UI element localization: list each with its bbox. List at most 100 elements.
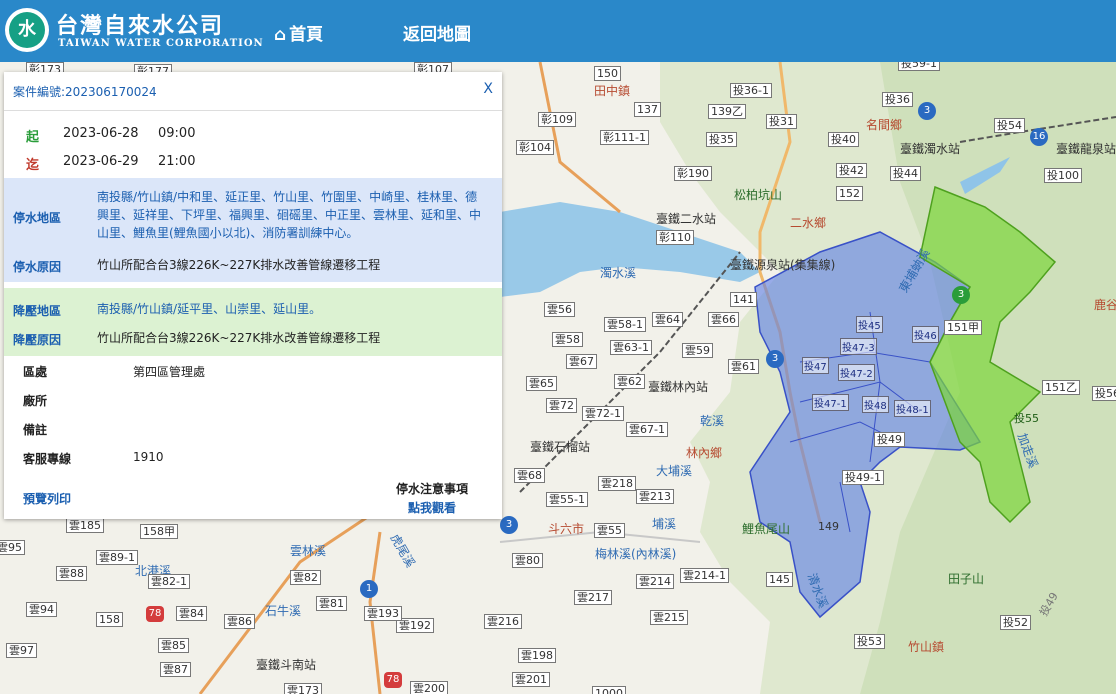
outage-route-label: 投46 bbox=[912, 326, 939, 343]
route-label: 152 bbox=[836, 186, 863, 201]
case-header: 案件編號:202306170024 X bbox=[4, 72, 502, 111]
outage-route-label: 投45 bbox=[856, 316, 883, 333]
home-icon: ⌂ bbox=[274, 25, 287, 45]
route-label: 雲55-1 bbox=[546, 492, 588, 507]
route-label: 150 bbox=[594, 66, 621, 81]
start-date: 2023-06-28 bbox=[63, 126, 139, 141]
highway-shield-icon: 3 bbox=[766, 350, 784, 368]
outage-area-label: 停水地區 bbox=[13, 211, 62, 225]
notice-view-link[interactable]: 點我觀看 bbox=[408, 499, 456, 516]
route-label: 雲67 bbox=[566, 354, 597, 369]
route-label: 投36 bbox=[882, 92, 913, 107]
route-label: 投55 bbox=[1014, 412, 1039, 425]
outage-area-value: 南投縣/竹山鎮/中和里、延正里、竹山里、竹圍里、中崎里、桂林里、德興里、延祥里、… bbox=[97, 190, 482, 240]
district-row: 區處 第四區管理處 bbox=[4, 359, 502, 383]
route-label: 投59-1 bbox=[898, 62, 940, 71]
highway-shield-icon: 1 bbox=[360, 580, 378, 598]
town-label: 林內鄉 bbox=[686, 446, 723, 460]
route-label: 雲59 bbox=[682, 343, 713, 358]
station-label: 臺鐵石榴站 bbox=[530, 440, 591, 454]
notice-title: 停水注意事項 bbox=[396, 482, 469, 496]
station-label: 臺鐵濁水站 bbox=[900, 142, 961, 156]
water-drop-icon: 水 bbox=[9, 12, 45, 48]
lowpress-reason-label: 降壓原因 bbox=[13, 333, 62, 347]
route-label: 雲198 bbox=[518, 648, 556, 663]
route-label: 投31 bbox=[766, 114, 797, 129]
route-label: 雲84 bbox=[176, 606, 207, 621]
river-label: 大埔溪 bbox=[656, 464, 693, 478]
route-label: 137 bbox=[634, 102, 661, 117]
route-label: 149 bbox=[818, 520, 839, 533]
nav-back-to-map-link[interactable]: 返回地圖 bbox=[403, 20, 471, 45]
route-label: 雲63-1 bbox=[610, 340, 652, 355]
route-label: 雲95 bbox=[0, 540, 25, 555]
river-label: 濁水溪 bbox=[600, 266, 637, 280]
route-label: 彰109 bbox=[538, 112, 576, 127]
station-label: 臺鐵林內站 bbox=[648, 380, 709, 394]
twc-logo: 水 bbox=[5, 8, 49, 52]
station-label: 臺鐵二水站 bbox=[656, 212, 717, 226]
route-label: 雲56 bbox=[544, 302, 575, 317]
district-label: 區處 bbox=[23, 365, 48, 379]
peak-label: 田子山 bbox=[948, 572, 985, 586]
station-label: 臺鐵源泉站(集集線) bbox=[730, 258, 836, 272]
route-label: 雲68 bbox=[514, 468, 545, 483]
note-label: 備註 bbox=[23, 423, 48, 437]
route-label: 158甲 bbox=[140, 524, 178, 539]
route-label: 雲87 bbox=[160, 662, 191, 677]
river-label: 石牛溪 bbox=[265, 604, 302, 618]
route-label: 投42 bbox=[836, 163, 867, 178]
route-label: 158 bbox=[96, 612, 123, 627]
close-panel-button[interactable]: X bbox=[483, 81, 493, 97]
end-row: 迄 2023-06-29 21:00 bbox=[4, 149, 502, 175]
route-label: 投54 bbox=[994, 118, 1025, 133]
river-label: 梅林溪(內林溪) bbox=[595, 547, 677, 561]
nav-home-link[interactable]: ⌂ 首頁 bbox=[274, 20, 323, 45]
route-label: 雲55 bbox=[594, 523, 625, 538]
plant-label: 廠所 bbox=[23, 394, 48, 408]
district-value: 第四區管理處 bbox=[133, 365, 206, 379]
route-label: 雲216 bbox=[484, 614, 522, 629]
route-label: 雲88 bbox=[56, 566, 87, 581]
route-label: 雲80 bbox=[512, 553, 543, 568]
route-label: 投36-1 bbox=[730, 83, 772, 98]
route-label: 雲72 bbox=[546, 398, 577, 413]
station-label: 臺鐵龍泉站 bbox=[1056, 142, 1116, 156]
route-label: 雲214-1 bbox=[680, 568, 729, 583]
app-header: 水 台灣自來水公司 TAIWAN WATER CORPORATION ⌂ 首頁 返… bbox=[0, 0, 1116, 62]
town-label: 竹山鎮 bbox=[908, 640, 945, 654]
outage-route-label: 投47-3 bbox=[840, 338, 877, 355]
route-label: 145 bbox=[766, 572, 793, 587]
route-label: 151甲 bbox=[944, 320, 982, 335]
town-label: 名間鄉 bbox=[866, 118, 903, 132]
route-label: 投56 bbox=[1092, 386, 1116, 401]
station-label: 臺鐵斗南站 bbox=[256, 658, 317, 672]
hotline-label: 客服專線 bbox=[23, 452, 72, 466]
route-label: 雲82 bbox=[290, 570, 321, 585]
route-label: 雲213 bbox=[636, 489, 674, 504]
route-label: 雲89-1 bbox=[96, 550, 138, 565]
town-label: 二水鄉 bbox=[790, 216, 827, 230]
route-label: 雲67-1 bbox=[626, 422, 668, 437]
route-label: 投40 bbox=[828, 132, 859, 147]
outage-route-label: 投48 bbox=[862, 396, 889, 413]
route-label: 雲58 bbox=[552, 332, 583, 347]
print-preview-link[interactable]: 預覽列印 bbox=[23, 490, 71, 507]
highway-shield-icon: 78 bbox=[146, 606, 164, 622]
peak-label: 鯉魚尾山 bbox=[742, 522, 791, 536]
route-label: 雲65 bbox=[526, 376, 557, 391]
end-key: 迄 bbox=[26, 158, 40, 173]
route-label: 雲215 bbox=[650, 610, 688, 625]
route-label: 雲62 bbox=[614, 374, 645, 389]
hotline-row: 客服專線 1910 bbox=[4, 446, 502, 470]
highway-shield-icon: 78 bbox=[384, 672, 402, 688]
route-label: 雲61 bbox=[728, 359, 759, 374]
start-time: 09:00 bbox=[158, 126, 196, 141]
route-label: 彰110 bbox=[656, 230, 694, 245]
route-label: 投49 bbox=[874, 432, 905, 447]
highway-shield-icon: 3 bbox=[918, 102, 936, 120]
river-label: 雲林溪 bbox=[290, 544, 327, 558]
town-label: 鹿谷 bbox=[1094, 298, 1116, 312]
route-label: 雲214 bbox=[636, 574, 674, 589]
route-label: 彰104 bbox=[516, 140, 554, 155]
